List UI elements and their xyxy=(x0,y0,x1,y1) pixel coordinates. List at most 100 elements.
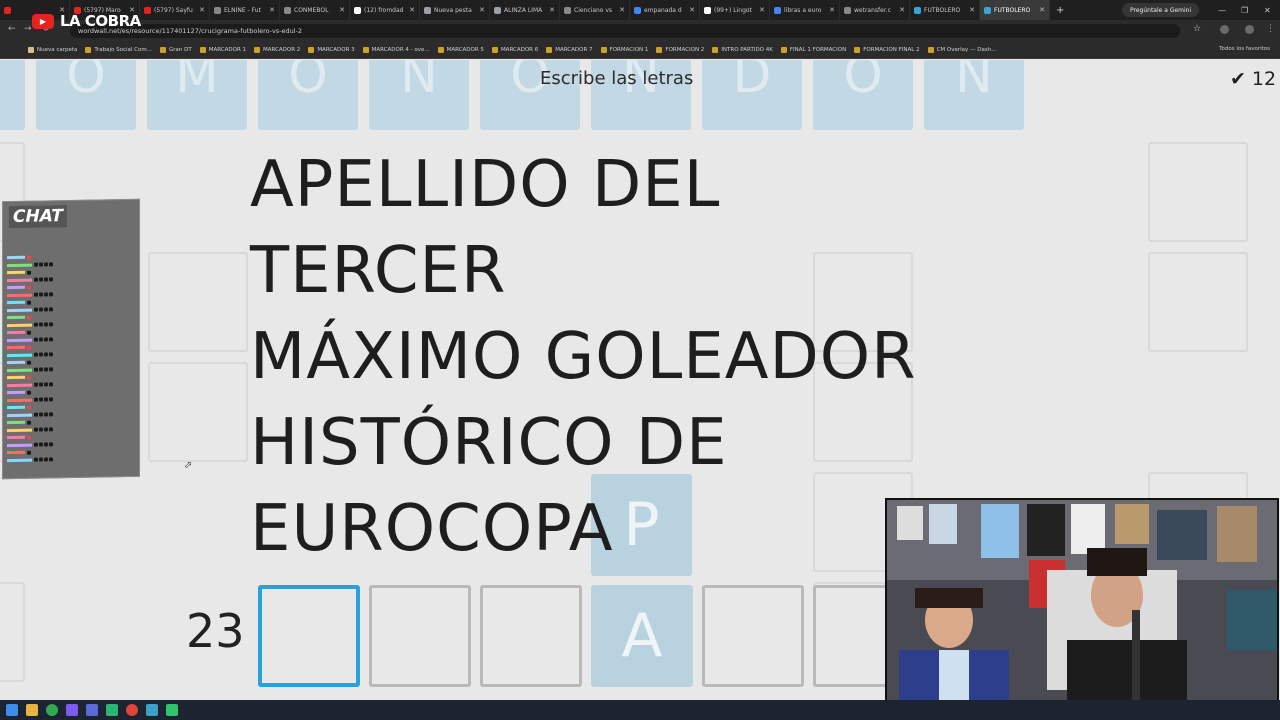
bookmark-item[interactable]: MARCADOR 6 xyxy=(491,47,538,53)
menu-icon[interactable]: ⋮ xyxy=(1266,24,1275,34)
empty-tile[interactable] xyxy=(1148,142,1248,242)
bookmark-item[interactable]: CM Overlay — Dash... xyxy=(927,47,997,53)
chat-username xyxy=(7,353,32,357)
site-icon xyxy=(927,47,934,53)
app-icon[interactable] xyxy=(106,704,118,716)
tab-label: wetransfer.c xyxy=(854,6,891,14)
bookmark-item[interactable]: Trabajo Social Com... xyxy=(85,47,152,53)
close-window-icon[interactable]: ✕ xyxy=(1264,0,1271,20)
browser-tab[interactable]: Cienciano vs ✕ xyxy=(560,0,630,20)
close-tab-icon[interactable]: ✕ xyxy=(549,6,555,14)
close-tab-icon[interactable]: ✕ xyxy=(479,6,485,14)
answer-slot[interactable] xyxy=(480,585,582,687)
empty-tile[interactable] xyxy=(1148,252,1248,352)
bookmark-item[interactable]: FORMACION FINAL 2 xyxy=(854,47,920,53)
solved-letter-tile: N xyxy=(924,60,1024,130)
browser-tab[interactable]: Nueva pesta ✕ xyxy=(420,0,490,20)
discord-icon[interactable] xyxy=(86,704,98,716)
bookmark-item[interactable]: FINAL 1 FORMACION xyxy=(780,47,846,53)
profile-icon[interactable] xyxy=(1245,25,1254,34)
bookmark-item[interactable]: MARCADOR 2 xyxy=(254,47,300,53)
chat-username xyxy=(7,323,32,327)
browser-tab[interactable]: ELNINE - Fut ✕ xyxy=(210,0,280,20)
browser-tab[interactable]: CONMEBOL ✕ xyxy=(280,0,350,20)
empty-tile[interactable] xyxy=(0,582,25,682)
app-icon[interactable] xyxy=(146,704,158,716)
browser-tab[interactable]: (5797) Sayfu ✕ xyxy=(140,0,210,20)
site-icon xyxy=(656,47,663,53)
bookmark-item[interactable]: MARCADOR 7 xyxy=(546,47,593,53)
close-tab-icon[interactable]: ✕ xyxy=(409,6,415,14)
answer-slot[interactable] xyxy=(702,585,804,687)
new-tab-icon[interactable]: + xyxy=(1050,5,1070,16)
close-tab-icon[interactable]: ✕ xyxy=(199,6,205,14)
close-tab-icon[interactable]: ✕ xyxy=(759,6,765,14)
empty-tile[interactable] xyxy=(148,252,248,352)
back-icon[interactable]: ← xyxy=(8,24,16,34)
close-tab-icon[interactable]: ✕ xyxy=(829,6,835,14)
bookmark-item[interactable]: Gran DT xyxy=(159,47,192,53)
solved-letter-tile: D xyxy=(702,60,802,130)
forward-icon[interactable]: → xyxy=(24,24,32,34)
browser-tab[interactable]: libras a euro ✕ xyxy=(770,0,840,20)
obs-icon[interactable] xyxy=(126,704,138,716)
filled-answer-slot[interactable]: A xyxy=(591,585,693,687)
bookmark-item[interactable]: MARCADOR 4 - ove... xyxy=(362,47,430,53)
browser-tab[interactable]: ALINZA LIMA ✕ xyxy=(490,0,560,20)
minimize-icon[interactable]: — xyxy=(1218,0,1226,20)
close-tab-icon[interactable]: ✕ xyxy=(339,6,345,14)
chat-username xyxy=(7,301,25,305)
solved-letter-tile: L xyxy=(0,60,25,130)
all-bookmarks[interactable]: Todos los favoritos xyxy=(1219,46,1270,52)
clue-number: 23 xyxy=(186,604,245,658)
emote-icon xyxy=(27,315,31,320)
emote-icon xyxy=(27,285,31,290)
bookmark-item[interactable]: INTRO PARTIDO 4K xyxy=(712,47,773,53)
file-explorer-icon[interactable] xyxy=(26,704,38,716)
empty-tile[interactable] xyxy=(148,362,248,462)
chat-username xyxy=(7,391,25,395)
close-tab-icon[interactable]: ✕ xyxy=(969,6,975,14)
chat-username xyxy=(7,376,25,380)
app-icon[interactable] xyxy=(66,704,78,716)
browser-tab[interactable]: wetransfer.c ✕ xyxy=(840,0,910,20)
bookmark-item[interactable]: MARCADOR 5 xyxy=(437,47,484,53)
browser-tab[interactable]: (99+) Lingot ✕ xyxy=(700,0,770,20)
bookmark-item[interactable]: MARCADOR 1 xyxy=(199,47,246,53)
tile-letter: N xyxy=(955,60,993,104)
close-tab-icon[interactable]: ✕ xyxy=(619,6,625,14)
selected-answer-slot[interactable] xyxy=(258,585,360,687)
chat-username xyxy=(7,398,32,402)
bookmark-item[interactable]: Nueva carpeta xyxy=(28,47,77,53)
windows-start-icon[interactable] xyxy=(6,704,18,716)
bookmark-item[interactable]: MARCADOR 3 xyxy=(308,47,355,53)
chat-username xyxy=(7,361,25,365)
answer-slot[interactable] xyxy=(369,585,471,687)
tile-letter: D xyxy=(732,60,772,104)
tab-label: ELNINE - Fut xyxy=(224,6,261,14)
chat-username xyxy=(7,263,32,267)
browser-tab[interactable]: FUTBOLERO ✕ xyxy=(910,0,980,20)
gemini-button[interactable]: Pregúntale a Gemini xyxy=(1122,3,1200,17)
close-tab-icon[interactable]: ✕ xyxy=(1039,6,1045,14)
emote-icon xyxy=(27,270,31,275)
solved-letter-tile: O xyxy=(36,60,136,130)
close-tab-icon[interactable]: ✕ xyxy=(269,6,275,14)
url-field[interactable]: wordwall.net/es/resource/117401127/cruci… xyxy=(70,24,1180,38)
browser-tab[interactable]: (12) fromdad ✕ xyxy=(350,0,420,20)
youtube-play-icon: ▶ xyxy=(32,13,54,29)
bookmark-item[interactable]: FORMACION 2 xyxy=(656,47,704,53)
browser-tab[interactable]: FUTBOLERO ✕ xyxy=(980,0,1050,20)
close-tab-icon[interactable]: ✕ xyxy=(899,6,905,14)
bookmark-item[interactable]: FORMACION 1 xyxy=(600,47,648,53)
restore-icon[interactable]: ❐ xyxy=(1241,0,1248,20)
site-icon xyxy=(159,47,166,53)
emote-icon xyxy=(34,292,53,297)
bookmark-star-icon[interactable]: ☆ xyxy=(1193,24,1201,34)
bookmark-label: FORMACION 2 xyxy=(665,47,705,53)
chrome-icon[interactable] xyxy=(46,704,58,716)
browser-tab[interactable]: empanada d ✕ xyxy=(630,0,700,20)
close-tab-icon[interactable]: ✕ xyxy=(689,6,695,14)
app-icon[interactable] xyxy=(166,704,178,716)
extensions-icon[interactable] xyxy=(1220,25,1229,34)
